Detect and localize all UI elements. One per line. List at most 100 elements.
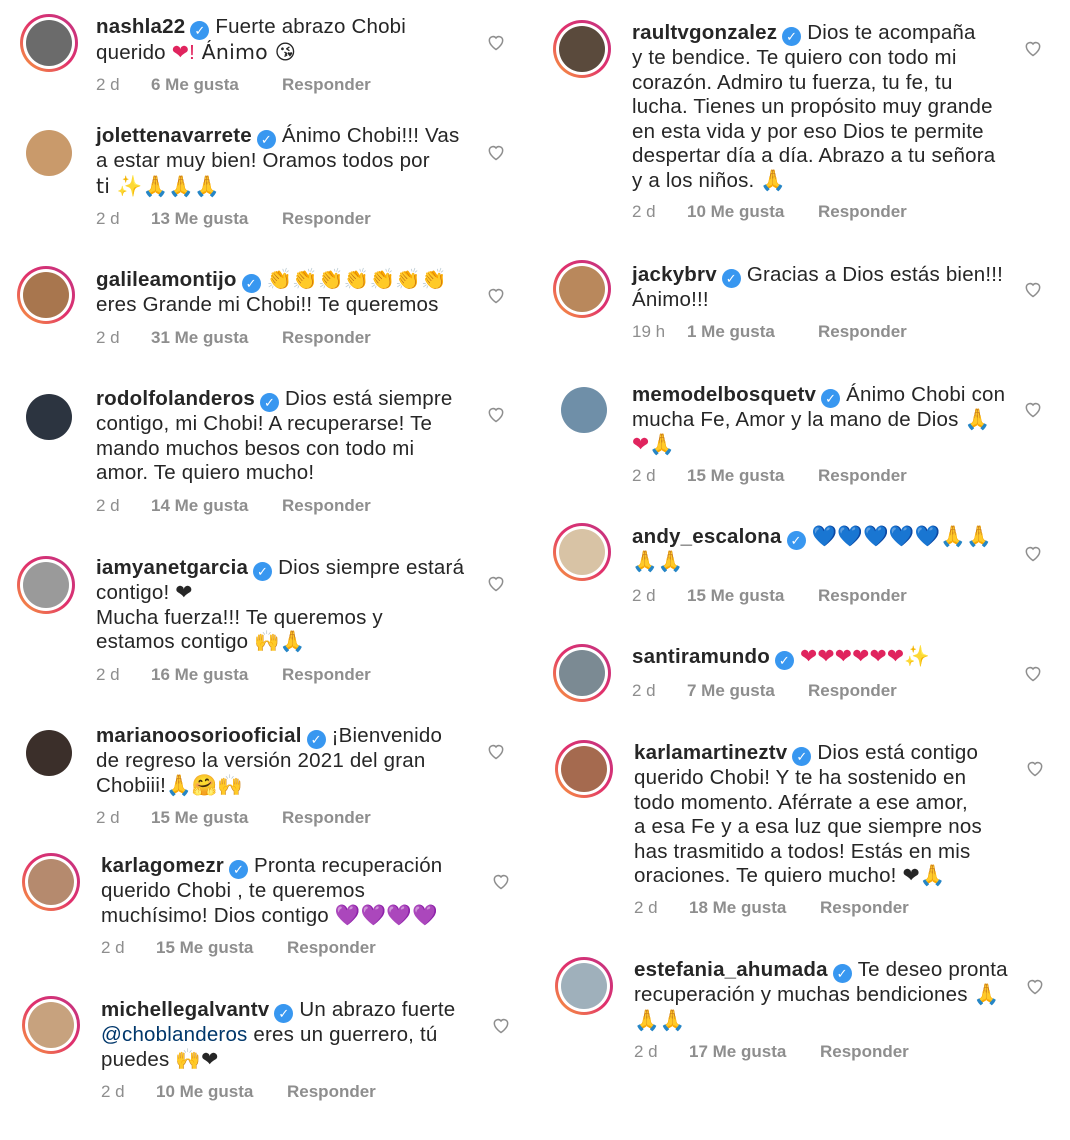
likes-count[interactable]: 18 Me gusta [689, 898, 820, 918]
comment-meta: 19 h 1 Me gusta Responder [632, 322, 907, 342]
comments-column-right: raultvgonzalez ✓ Dios te acompaña y te ben… [535, 0, 1070, 1140]
avatar[interactable] [553, 644, 611, 702]
timestamp: 2 d [96, 665, 120, 684]
avatar[interactable] [22, 996, 80, 1054]
verified-badge-icon: ✓ [256, 130, 276, 149]
likes-count[interactable]: 16 Me gusta [151, 665, 282, 685]
likes-count[interactable]: 10 Me gusta [156, 1082, 287, 1102]
timestamp: 2 d [634, 1042, 658, 1061]
username[interactable]: iamyanetgarcia [96, 556, 248, 579]
reply-button[interactable]: Responder [820, 898, 909, 918]
verified-badge-icon: ✓ [832, 964, 852, 983]
reply-button[interactable]: Responder [818, 202, 907, 222]
username[interactable]: santiramundo [632, 645, 770, 668]
timestamp: 2 d [634, 898, 658, 917]
heart-outline-icon[interactable] [486, 741, 506, 761]
heart-outline-icon[interactable] [486, 32, 506, 52]
username[interactable]: michellegalvantv [101, 998, 269, 1021]
username[interactable]: estefania_ahumada [634, 958, 828, 981]
verified-badge-icon: ✓ [774, 651, 794, 670]
comments-column-left: nashla22 ✓ Fuerte abrazo Chobi querido ❤! … [0, 0, 535, 1140]
avatar[interactable] [20, 124, 78, 182]
verified-badge-icon: ✓ [274, 1004, 294, 1023]
reply-button[interactable]: Responder [282, 75, 371, 95]
avatar[interactable] [555, 957, 613, 1015]
avatar[interactable] [22, 853, 80, 911]
likes-count[interactable]: 6 Me gusta [151, 75, 282, 95]
username[interactable]: rodolfolanderos [96, 387, 255, 410]
heart-outline-icon[interactable] [491, 871, 511, 891]
reply-button[interactable]: Responder [282, 665, 371, 685]
likes-count[interactable]: 14 Me gusta [151, 496, 282, 516]
heart-outline-icon[interactable] [1023, 543, 1043, 563]
username[interactable]: raultvgonzalez [632, 21, 777, 44]
comment-meta: 2 d 15 Me gusta Responder [101, 938, 376, 958]
comment-text: galileamontijo ✓ 👏👏👏👏👏👏👏 eres Grande mi Ch… [96, 267, 447, 316]
likes-count[interactable]: 1 Me gusta [687, 322, 818, 342]
reply-button[interactable]: Responder [818, 586, 907, 606]
avatar[interactable] [555, 381, 613, 439]
username[interactable]: andy_escalona [632, 525, 782, 548]
reply-button[interactable]: Responder [818, 466, 907, 486]
reply-button[interactable]: Responder [287, 938, 376, 958]
likes-count[interactable]: 17 Me gusta [689, 1042, 820, 1062]
verified-badge-icon: ✓ [260, 393, 280, 412]
comment-text: marianoosoriooficial ✓ ¡Bienvenido de regr… [96, 724, 443, 797]
heart-outline-icon[interactable] [1023, 38, 1043, 58]
heart-outline-icon[interactable] [491, 1015, 511, 1035]
username[interactable]: memodelbosquetv [632, 383, 816, 406]
heart-outline-icon[interactable] [486, 573, 506, 593]
username[interactable]: karlamartineztv [634, 741, 787, 764]
username[interactable]: karlagomezr [101, 854, 224, 877]
timestamp: 2 d [101, 1082, 125, 1101]
verified-badge-icon: ✓ [241, 274, 261, 293]
verified-badge-icon: ✓ [782, 27, 802, 46]
heart-outline-icon[interactable] [1025, 976, 1045, 996]
reply-button[interactable]: Responder [818, 322, 907, 342]
heart-outline-icon[interactable] [1023, 663, 1043, 683]
likes-count[interactable]: 15 Me gusta [687, 586, 818, 606]
heart-outline-icon[interactable] [486, 142, 506, 162]
avatar[interactable] [553, 523, 611, 581]
avatar[interactable] [17, 556, 75, 614]
avatar[interactable] [553, 20, 611, 78]
likes-count[interactable]: 7 Me gusta [687, 681, 808, 701]
comment-text: santiramundo ✓ ❤❤❤❤❤❤✨ [632, 645, 930, 670]
username[interactable]: galileamontijo [96, 268, 237, 291]
likes-count[interactable]: 15 Me gusta [151, 808, 282, 828]
avatar[interactable] [20, 388, 78, 446]
avatar[interactable] [20, 724, 78, 782]
avatar[interactable] [553, 260, 611, 318]
comment-text: jackybrv ✓ Gracias a Dios estás bien!!! Án… [632, 263, 1004, 311]
verified-badge-icon: ✓ [792, 747, 812, 766]
reply-button[interactable]: Responder [282, 328, 371, 348]
reply-button[interactable]: Responder [282, 209, 371, 229]
username[interactable]: jolettenavarrete [96, 124, 252, 147]
heart-outline-icon[interactable] [1023, 399, 1043, 419]
reply-button[interactable]: Responder [282, 808, 371, 828]
likes-count[interactable]: 13 Me gusta [151, 209, 282, 229]
heart-outline-icon[interactable] [486, 285, 506, 305]
comment-text: nashla22 ✓ Fuerte abrazo Chobi querido ❤! … [96, 15, 407, 64]
reply-button[interactable]: Responder [808, 681, 897, 701]
likes-count[interactable]: 10 Me gusta [687, 202, 818, 222]
heart-outline-icon[interactable] [1023, 279, 1043, 299]
avatar[interactable] [555, 740, 613, 798]
username[interactable]: jackybrv [632, 263, 717, 286]
username[interactable]: nashla22 [96, 15, 185, 38]
comment-text: estefania_ahumada ✓ Te deseo pronta recupe… [634, 958, 1008, 1032]
avatar[interactable] [17, 266, 75, 324]
heart-outline-icon[interactable] [486, 404, 506, 424]
likes-count[interactable]: 15 Me gusta [687, 466, 818, 486]
likes-count[interactable]: 31 Me gusta [151, 328, 282, 348]
mention-link[interactable]: @choblanderos [101, 1023, 248, 1046]
likes-count[interactable]: 15 Me gusta [156, 938, 287, 958]
comment-text: iamyanetgarcia ✓ Dios siempre estará conti… [96, 556, 465, 654]
comment-meta: 2 d 14 Me gusta Responder [96, 496, 371, 516]
username[interactable]: marianoosoriooficial [96, 724, 302, 747]
reply-button[interactable]: Responder [282, 496, 371, 516]
avatar[interactable] [20, 14, 78, 72]
heart-outline-icon[interactable] [1025, 758, 1045, 778]
reply-button[interactable]: Responder [820, 1042, 909, 1062]
reply-button[interactable]: Responder [287, 1082, 376, 1102]
